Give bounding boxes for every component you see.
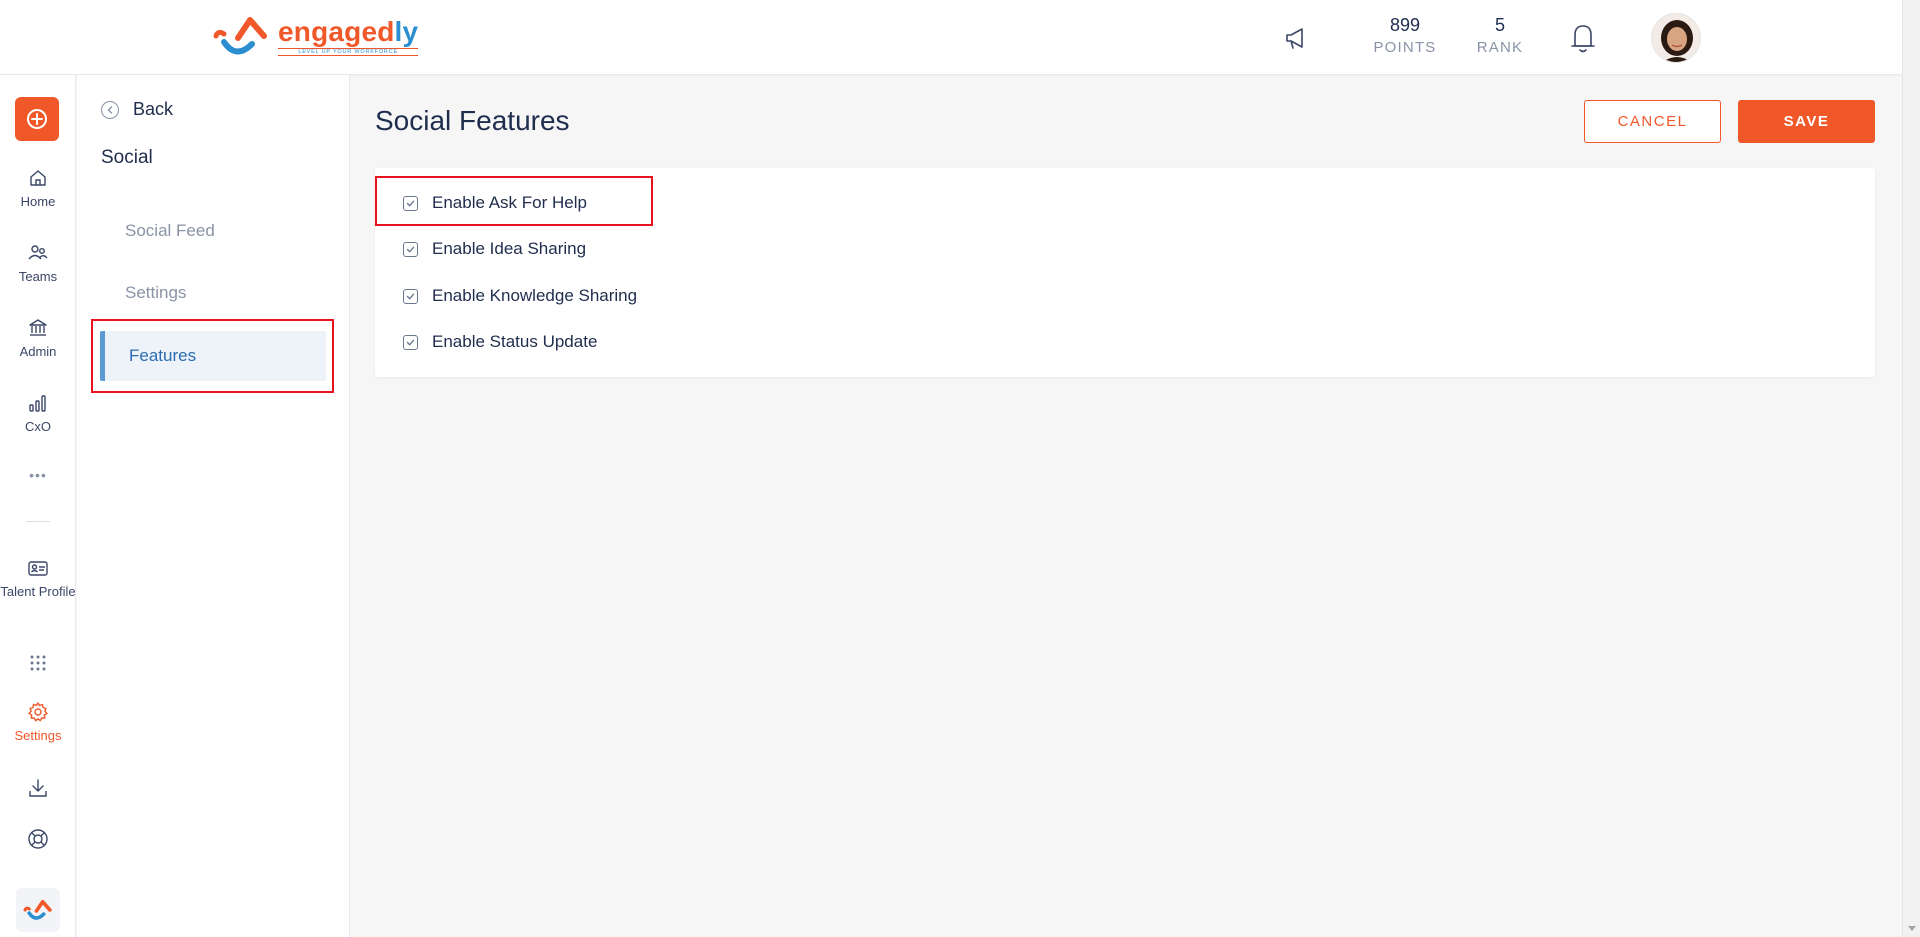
brand-name-main: engaged bbox=[278, 15, 395, 47]
page-scrollbar[interactable] bbox=[1902, 0, 1920, 937]
logo-mark-icon bbox=[23, 899, 52, 920]
id-card-icon bbox=[28, 561, 48, 576]
rail-label-talent-profile: Talent Profile bbox=[0, 584, 76, 599]
rail-label-cxo: CxO bbox=[25, 419, 51, 434]
teams-icon bbox=[28, 245, 48, 260]
rail-item-cxo[interactable]: CxO bbox=[0, 392, 76, 435]
rail-brand-logo[interactable] bbox=[16, 888, 60, 932]
engagedly-logo[interactable]: engagedly LEVEL UP YOUR WORKFORCE bbox=[210, 14, 419, 58]
option-label: Enable Knowledge Sharing bbox=[432, 286, 638, 305]
subnav-item-settings[interactable]: Settings bbox=[101, 268, 326, 318]
checkbox-checked-icon[interactable] bbox=[403, 195, 418, 211]
option-label: Enable Status Update bbox=[432, 332, 598, 351]
rail-item-settings[interactable]: Settings bbox=[0, 701, 76, 744]
gear-icon bbox=[28, 702, 48, 722]
brand-tagline: LEVEL UP YOUR WORKFORCE bbox=[278, 47, 419, 56]
rail-item-home[interactable]: Home bbox=[0, 167, 76, 210]
points-stat[interactable]: 899 POINTS bbox=[1355, 14, 1455, 56]
features-card: Enable Ask For Help Enable Idea Sharing … bbox=[375, 168, 1875, 377]
avatar-portrait-icon bbox=[1652, 14, 1700, 62]
top-bar: engagedly LEVEL UP YOUR WORKFORCE 899 PO… bbox=[0, 0, 1902, 75]
more-dots-icon[interactable]: ••• bbox=[0, 467, 76, 483]
page-title: Social Features bbox=[375, 105, 570, 136]
social-subnav: Back Social Social Feed Settings Feature… bbox=[77, 75, 350, 937]
option-ask-for-help[interactable]: Enable Ask For Help bbox=[403, 193, 587, 213]
points-label: POINTS bbox=[1373, 39, 1437, 56]
rail-label-teams: Teams bbox=[18, 269, 58, 284]
option-label: Enable Ask For Help bbox=[432, 193, 587, 212]
left-icon-rail: Home Teams Admin CxO ••• Talent Profile … bbox=[0, 75, 76, 937]
subnav-item-features[interactable]: Features bbox=[100, 331, 326, 381]
chevron-left-icon bbox=[101, 100, 119, 119]
plus-circle-icon bbox=[27, 109, 47, 129]
apps-grid-icon[interactable] bbox=[27, 652, 49, 674]
rail-item-teams[interactable]: Teams bbox=[0, 242, 76, 285]
save-button[interactable]: SAVE bbox=[1738, 100, 1875, 143]
logo-wordmark: engagedly LEVEL UP YOUR WORKFORCE bbox=[278, 15, 419, 56]
option-idea-sharing[interactable]: Enable Idea Sharing bbox=[403, 239, 586, 259]
rank-value: 5 bbox=[1494, 15, 1505, 35]
rail-label-admin: Admin bbox=[19, 344, 57, 359]
rail-item-talent-profile[interactable]: Talent Profile bbox=[0, 557, 76, 600]
points-value: 899 bbox=[1389, 15, 1421, 35]
rank-label: RANK bbox=[1476, 39, 1524, 56]
cancel-button[interactable]: CANCEL bbox=[1584, 100, 1721, 143]
subnav-item-social-feed[interactable]: Social Feed bbox=[101, 206, 326, 256]
admin-icon bbox=[29, 319, 47, 336]
bell-icon[interactable] bbox=[1567, 20, 1599, 56]
home-icon bbox=[30, 170, 46, 186]
subnav-section-title: Social bbox=[101, 147, 153, 168]
rail-label-settings: Settings bbox=[14, 728, 62, 743]
scroll-down-arrow-icon[interactable] bbox=[1908, 926, 1916, 931]
back-link[interactable]: Back bbox=[101, 99, 173, 120]
rail-item-admin[interactable]: Admin bbox=[0, 317, 76, 360]
megaphone-icon[interactable] bbox=[1282, 24, 1310, 52]
option-knowledge-sharing[interactable]: Enable Knowledge Sharing bbox=[403, 286, 637, 306]
option-label: Enable Idea Sharing bbox=[432, 239, 587, 258]
rail-divider bbox=[26, 521, 50, 522]
logo-mark-icon bbox=[213, 17, 267, 55]
chart-icon bbox=[29, 395, 46, 412]
avatar[interactable] bbox=[1651, 13, 1701, 63]
back-label: Back bbox=[133, 99, 174, 119]
brand-name-accent: ly bbox=[394, 15, 419, 47]
rail-label-home: Home bbox=[20, 194, 56, 209]
option-status-update[interactable]: Enable Status Update bbox=[403, 332, 597, 352]
create-button[interactable] bbox=[15, 97, 59, 141]
rank-stat[interactable]: 5 RANK bbox=[1470, 14, 1530, 56]
checkbox-checked-icon[interactable] bbox=[403, 241, 418, 257]
checkbox-checked-icon[interactable] bbox=[403, 288, 418, 304]
checkbox-checked-icon[interactable] bbox=[403, 334, 418, 350]
download-icon[interactable] bbox=[26, 776, 50, 800]
help-lifebuoy-icon[interactable] bbox=[26, 827, 50, 851]
